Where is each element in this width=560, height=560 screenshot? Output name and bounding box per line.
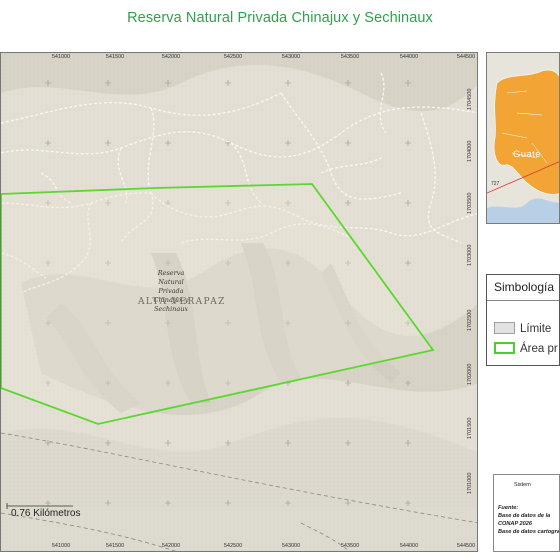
credits-header: Sistem bbox=[514, 482, 531, 488]
inset-country-label: Guate bbox=[513, 149, 541, 160]
legend-item-label: Límite bbox=[520, 323, 552, 335]
credits-line: CONAP 2026 bbox=[498, 521, 532, 527]
legend-swatch-area bbox=[494, 342, 515, 354]
legend-title: Simbología bbox=[494, 280, 555, 294]
credits-line: Base de datos de la bbox=[498, 513, 551, 519]
credits-line: Base de datos cartogra bbox=[498, 529, 560, 535]
y-tick: 1704000 bbox=[467, 140, 473, 162]
y-tick: 1701000 bbox=[467, 472, 473, 494]
x-tick: 542000 bbox=[161, 54, 181, 60]
legend-swatch-limit bbox=[494, 322, 515, 334]
legend-item-limit: Límite bbox=[494, 322, 551, 335]
x-tick-bottom: 541000 bbox=[51, 543, 71, 549]
x-tick-bottom: 543000 bbox=[281, 543, 301, 549]
credits-box: Sistem Fuente: Base de datos de la CONAP… bbox=[493, 474, 560, 552]
y-tick: 1703000 bbox=[467, 244, 473, 266]
x-tick: 543500 bbox=[340, 54, 360, 60]
y-tick: 1702000 bbox=[467, 363, 473, 385]
x-tick-bottom: 544500 bbox=[456, 543, 476, 549]
inset-map[interactable]: Guate 727 bbox=[486, 52, 560, 224]
x-tick-bottom: 543500 bbox=[340, 543, 360, 549]
reserve-label: Reserva Natural Privada Chinajux y Sechi… bbox=[153, 269, 189, 313]
main-map[interactable]: Reserva Natural Privada Chinajux y Sechi… bbox=[0, 52, 478, 552]
x-tick: 544000 bbox=[399, 54, 419, 60]
legend-divider bbox=[487, 300, 559, 301]
legend: Simbología Límite Área pr bbox=[486, 274, 560, 366]
x-tick-bottom: 542000 bbox=[161, 543, 181, 549]
legend-item-label: Área pr bbox=[520, 343, 558, 355]
y-tick: 1702500 bbox=[467, 309, 473, 331]
y-tick: 1701500 bbox=[467, 417, 473, 439]
credits-source-label: Fuente: bbox=[498, 505, 519, 511]
map-title: Reserva Natural Privada Chinajux y Sechi… bbox=[127, 10, 433, 26]
x-tick: 542500 bbox=[223, 54, 243, 60]
x-tick-bottom: 544000 bbox=[399, 543, 419, 549]
x-tick: 544500 bbox=[456, 54, 476, 60]
x-tick-bottom: 541500 bbox=[105, 543, 125, 549]
x-tick: 541000 bbox=[51, 54, 71, 60]
scale-label: 0.76 Kilómetros bbox=[11, 508, 81, 519]
inset-canvas bbox=[487, 53, 559, 223]
department-label: ALTA VERAPAZ bbox=[138, 297, 226, 307]
map-canvas bbox=[1, 53, 477, 551]
x-tick-bottom: 542500 bbox=[223, 543, 243, 549]
inset-marker-label: 727 bbox=[491, 181, 500, 187]
x-tick: 541500 bbox=[105, 54, 125, 60]
y-tick: 1703500 bbox=[467, 192, 473, 214]
y-tick: 1704500 bbox=[467, 88, 473, 110]
legend-item-area: Área pr bbox=[494, 342, 558, 355]
x-tick: 543000 bbox=[281, 54, 301, 60]
